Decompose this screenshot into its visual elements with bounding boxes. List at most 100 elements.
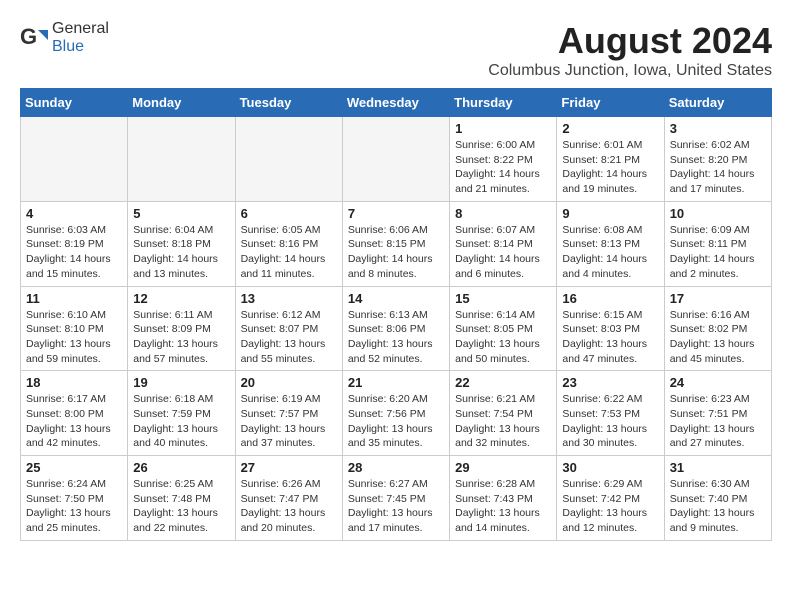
calendar-title: August 2024 — [20, 20, 772, 62]
day-detail: Sunrise: 6:00 AM Sunset: 8:22 PM Dayligh… — [455, 138, 551, 197]
calendar-cell: 2 Sunrise: 6:01 AM Sunset: 8:21 PM Daylig… — [557, 117, 664, 202]
day-detail: Sunrise: 6:07 AM Sunset: 8:14 PM Dayligh… — [455, 223, 551, 282]
column-header-monday: Monday — [128, 89, 235, 117]
day-number: 7 — [348, 206, 444, 221]
day-number: 4 — [26, 206, 122, 221]
svg-text:G: G — [20, 24, 37, 49]
calendar-cell: 19 Sunrise: 6:18 AM Sunset: 7:59 PM Dayli… — [128, 371, 235, 456]
calendar-cell: 10Sunrise: 6:09 AM Sunset: 8:11 PM Dayli… — [664, 201, 771, 286]
calendar-cell: 23Sunrise: 6:22 AM Sunset: 7:53 PM Dayli… — [557, 371, 664, 456]
day-number: 24 — [670, 375, 766, 390]
day-detail: Sunrise: 6:24 AM Sunset: 7:50 PM Dayligh… — [26, 477, 122, 536]
day-detail: Sunrise: 6:16 AM Sunset: 8:02 PM Dayligh… — [670, 308, 766, 367]
calendar-cell: 29 Sunrise: 6:28 AM Sunset: 7:43 PM Dayli… — [450, 456, 557, 541]
day-number: 11 — [26, 291, 122, 306]
day-number: 12 — [133, 291, 229, 306]
calendar-cell — [342, 117, 449, 202]
calendar-cell: 28Sunrise: 6:27 AM Sunset: 7:45 PM Dayli… — [342, 456, 449, 541]
day-detail: Sunrise: 6:20 AM Sunset: 7:56 PM Dayligh… — [348, 392, 444, 451]
day-detail: Sunrise: 6:23 AM Sunset: 7:51 PM Dayligh… — [670, 392, 766, 451]
calendar-cell: 3 Sunrise: 6:02 AM Sunset: 8:20 PM Daylig… — [664, 117, 771, 202]
column-header-tuesday: Tuesday — [235, 89, 342, 117]
calendar-cell: 6Sunrise: 6:05 AM Sunset: 8:16 PM Daylig… — [235, 201, 342, 286]
calendar-cell: 1 Sunrise: 6:00 AM Sunset: 8:22 PM Daylig… — [450, 117, 557, 202]
day-number: 19 — [133, 375, 229, 390]
day-detail: Sunrise: 6:08 AM Sunset: 8:13 PM Dayligh… — [562, 223, 658, 282]
week-row-4: 18 Sunrise: 6:17 AM Sunset: 8:00 PM Dayli… — [21, 371, 772, 456]
column-header-saturday: Saturday — [664, 89, 771, 117]
calendar-cell: 25 Sunrise: 6:24 AM Sunset: 7:50 PM Dayli… — [21, 456, 128, 541]
day-detail: Sunrise: 6:29 AM Sunset: 7:42 PM Dayligh… — [562, 477, 658, 536]
calendar-cell: 15Sunrise: 6:14 AM Sunset: 8:05 PM Dayli… — [450, 286, 557, 371]
calendar-cell — [21, 117, 128, 202]
calendar-table: SundayMondayTuesdayWednesdayThursdayFrid… — [20, 88, 772, 541]
week-row-1: 1 Sunrise: 6:00 AM Sunset: 8:22 PM Daylig… — [21, 117, 772, 202]
column-header-thursday: Thursday — [450, 89, 557, 117]
week-row-3: 11 Sunrise: 6:10 AM Sunset: 8:10 PM Dayli… — [21, 286, 772, 371]
day-number: 8 — [455, 206, 551, 221]
calendar-cell: 24 Sunrise: 6:23 AM Sunset: 7:51 PM Dayli… — [664, 371, 771, 456]
calendar-cell: 12 Sunrise: 6:11 AM Sunset: 8:09 PM Dayli… — [128, 286, 235, 371]
day-detail: Sunrise: 6:19 AM Sunset: 7:57 PM Dayligh… — [241, 392, 337, 451]
day-detail: Sunrise: 6:25 AM Sunset: 7:48 PM Dayligh… — [133, 477, 229, 536]
day-detail: Sunrise: 6:03 AM Sunset: 8:19 PM Dayligh… — [26, 223, 122, 282]
calendar-cell: 17 Sunrise: 6:16 AM Sunset: 8:02 PM Dayli… — [664, 286, 771, 371]
calendar-cell: 30 Sunrise: 6:29 AM Sunset: 7:42 PM Dayli… — [557, 456, 664, 541]
calendar-cell — [235, 117, 342, 202]
day-detail: Sunrise: 6:17 AM Sunset: 8:00 PM Dayligh… — [26, 392, 122, 451]
day-number: 9 — [562, 206, 658, 221]
day-detail: Sunrise: 6:27 AM Sunset: 7:45 PM Dayligh… — [348, 477, 444, 536]
column-header-friday: Friday — [557, 89, 664, 117]
day-number: 26 — [133, 460, 229, 475]
day-number: 15 — [455, 291, 551, 306]
day-detail: Sunrise: 6:30 AM Sunset: 7:40 PM Dayligh… — [670, 477, 766, 536]
calendar-cell — [128, 117, 235, 202]
calendar-cell: 7Sunrise: 6:06 AM Sunset: 8:15 PM Daylig… — [342, 201, 449, 286]
day-number: 30 — [562, 460, 658, 475]
day-number: 21 — [348, 375, 444, 390]
day-number: 29 — [455, 460, 551, 475]
week-row-2: 4 Sunrise: 6:03 AM Sunset: 8:19 PM Daylig… — [21, 201, 772, 286]
day-number: 31 — [670, 460, 766, 475]
calendar-cell: 9 Sunrise: 6:08 AM Sunset: 8:13 PM Daylig… — [557, 201, 664, 286]
calendar-header-row: SundayMondayTuesdayWednesdayThursdayFrid… — [21, 89, 772, 117]
calendar-cell: 18 Sunrise: 6:17 AM Sunset: 8:00 PM Dayli… — [21, 371, 128, 456]
calendar-cell: 11 Sunrise: 6:10 AM Sunset: 8:10 PM Dayli… — [21, 286, 128, 371]
column-header-sunday: Sunday — [21, 89, 128, 117]
day-detail: Sunrise: 6:02 AM Sunset: 8:20 PM Dayligh… — [670, 138, 766, 197]
day-number: 17 — [670, 291, 766, 306]
day-number: 10 — [670, 206, 766, 221]
day-number: 6 — [241, 206, 337, 221]
day-detail: Sunrise: 6:10 AM Sunset: 8:10 PM Dayligh… — [26, 308, 122, 367]
day-detail: Sunrise: 6:11 AM Sunset: 8:09 PM Dayligh… — [133, 308, 229, 367]
day-detail: Sunrise: 6:01 AM Sunset: 8:21 PM Dayligh… — [562, 138, 658, 197]
day-detail: Sunrise: 6:15 AM Sunset: 8:03 PM Dayligh… — [562, 308, 658, 367]
calendar-cell: 5Sunrise: 6:04 AM Sunset: 8:18 PM Daylig… — [128, 201, 235, 286]
day-number: 18 — [26, 375, 122, 390]
calendar-cell: 8 Sunrise: 6:07 AM Sunset: 8:14 PM Daylig… — [450, 201, 557, 286]
calendar-cell: 27Sunrise: 6:26 AM Sunset: 7:47 PM Dayli… — [235, 456, 342, 541]
day-detail: Sunrise: 6:28 AM Sunset: 7:43 PM Dayligh… — [455, 477, 551, 536]
calendar-cell: 21 Sunrise: 6:20 AM Sunset: 7:56 PM Dayli… — [342, 371, 449, 456]
day-number: 1 — [455, 121, 551, 136]
day-detail: Sunrise: 6:21 AM Sunset: 7:54 PM Dayligh… — [455, 392, 551, 451]
logo-icon: G — [20, 24, 48, 52]
day-number: 13 — [241, 291, 337, 306]
calendar-header: August 2024 Columbus Junction, Iowa, Uni… — [20, 20, 772, 80]
logo-blue-text: Blue — [52, 38, 84, 55]
day-detail: Sunrise: 6:18 AM Sunset: 7:59 PM Dayligh… — [133, 392, 229, 451]
day-number: 14 — [348, 291, 444, 306]
logo: G General Blue — [20, 20, 109, 56]
calendar-subtitle: Columbus Junction, Iowa, United States — [20, 62, 772, 80]
column-header-wednesday: Wednesday — [342, 89, 449, 117]
calendar-cell: 13Sunrise: 6:12 AM Sunset: 8:07 PM Dayli… — [235, 286, 342, 371]
day-number: 2 — [562, 121, 658, 136]
day-number: 3 — [670, 121, 766, 136]
calendar-cell: 16Sunrise: 6:15 AM Sunset: 8:03 PM Dayli… — [557, 286, 664, 371]
calendar-cell: 22Sunrise: 6:21 AM Sunset: 7:54 PM Dayli… — [450, 371, 557, 456]
calendar-cell: 31 Sunrise: 6:30 AM Sunset: 7:40 PM Dayli… — [664, 456, 771, 541]
calendar-cell: 20Sunrise: 6:19 AM Sunset: 7:57 PM Dayli… — [235, 371, 342, 456]
day-number: 23 — [562, 375, 658, 390]
day-number: 25 — [26, 460, 122, 475]
calendar-cell: 26 Sunrise: 6:25 AM Sunset: 7:48 PM Dayli… — [128, 456, 235, 541]
